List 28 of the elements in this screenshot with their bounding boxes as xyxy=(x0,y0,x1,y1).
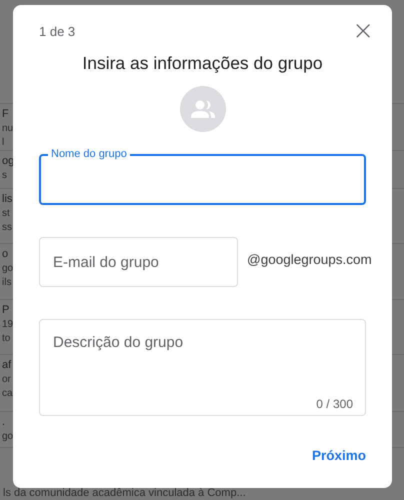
email-domain: @googlegroups.com xyxy=(247,252,372,266)
list-text: st xyxy=(2,207,10,221)
list-text: go xyxy=(2,430,14,444)
list-text: go xyxy=(2,262,14,276)
list-text: ls da comunidade acadêmica vinculada à Comp... xyxy=(2,487,246,500)
list-text: ss xyxy=(2,221,12,235)
list-text: P xyxy=(2,303,10,318)
list-text: 19 xyxy=(2,318,14,332)
list-text: lis xyxy=(2,192,12,207)
group-name-field[interactable]: Nome do grupo xyxy=(39,148,366,205)
list-text: to xyxy=(2,332,10,346)
list-text: nu xyxy=(2,122,14,136)
next-button[interactable]: Próximo xyxy=(304,442,374,469)
group-avatar-icon xyxy=(180,86,226,132)
list-text: o xyxy=(2,247,8,262)
group-email-field[interactable]: E-mail do grupo xyxy=(39,237,238,287)
close-button[interactable]: × xyxy=(352,21,374,41)
list-text: af xyxy=(2,358,12,373)
character-counter: 0 / 300 xyxy=(316,397,353,411)
list-text: . xyxy=(2,415,6,430)
list-text: ca xyxy=(2,387,13,401)
list-text: or xyxy=(2,373,11,387)
list-text: s xyxy=(2,169,7,183)
dialog-title: Insira as informações do grupo xyxy=(81,53,324,74)
step-counter: 1 de 3 xyxy=(39,24,76,38)
list-text: ils xyxy=(2,276,12,290)
list-text: F xyxy=(2,107,9,122)
list-text: l xyxy=(2,136,4,150)
